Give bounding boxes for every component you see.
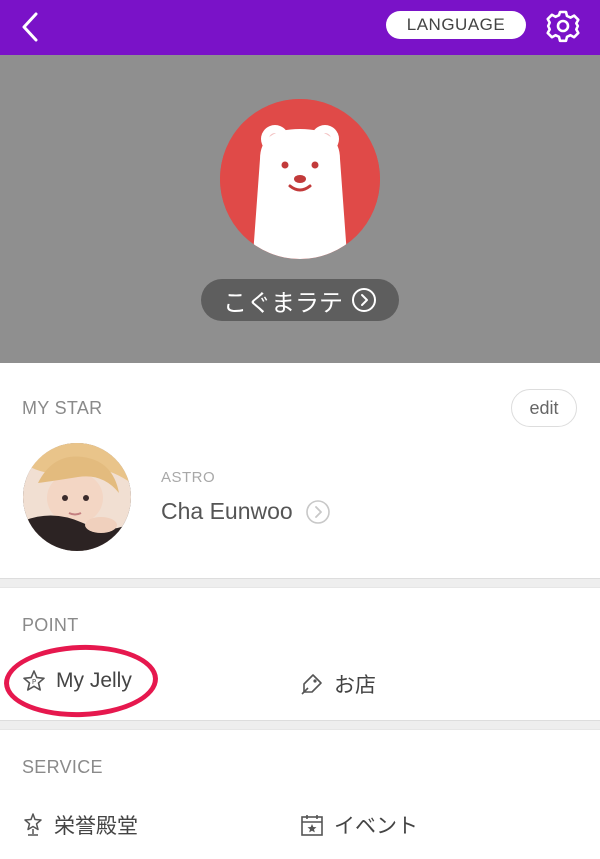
top-bar: LANGUAGE [0, 0, 600, 55]
back-arrow-icon [22, 12, 38, 42]
bear-avatar-icon [220, 99, 380, 259]
settings-button[interactable] [545, 8, 581, 44]
trophy-star-icon [24, 813, 42, 836]
point-title: POINT [22, 615, 79, 635]
my-jelly-label: My Jelly [56, 669, 132, 692]
my-star-title: MY STAR [22, 398, 103, 418]
star-avatar[interactable] [23, 443, 131, 551]
profile-nickname: こぐまラテ [223, 288, 343, 317]
shop-tag-icon [301, 674, 322, 695]
service-title: SERVICE [22, 757, 103, 777]
avatar[interactable] [220, 99, 380, 259]
language-button[interactable]: LANGUAGE [386, 11, 526, 39]
section-divider [0, 578, 600, 588]
section-divider [0, 720, 600, 730]
back-button[interactable] [14, 10, 48, 44]
shop-item[interactable]: お店 [300, 669, 376, 699]
svg-text:P: P [32, 678, 36, 686]
star-p-icon: P [23, 670, 45, 691]
calendar-star-icon [301, 815, 323, 836]
star-name: Cha Eunwoo [161, 498, 293, 524]
hall-of-fame-label: 栄誉殿堂 [54, 814, 138, 838]
chevron-circle-icon [352, 288, 376, 312]
chevron-circle-icon [305, 499, 330, 524]
hall-of-fame-item[interactable]: 栄誉殿堂 [22, 810, 138, 840]
profile-header: こぐまラテ [0, 55, 600, 363]
my-jelly-item[interactable]: P My Jelly [22, 669, 132, 693]
shop-label: お店 [334, 673, 376, 697]
event-label: イベント [334, 814, 418, 838]
star-group-label: ASTRO [161, 469, 216, 486]
gear-icon [546, 10, 580, 43]
event-item[interactable]: イベント [300, 810, 418, 840]
star-photo-image [23, 443, 131, 551]
star-name-link[interactable]: Cha Eunwoo [161, 498, 331, 525]
profile-name-button[interactable]: こぐまラテ [201, 279, 399, 321]
edit-button[interactable]: edit [511, 389, 577, 427]
